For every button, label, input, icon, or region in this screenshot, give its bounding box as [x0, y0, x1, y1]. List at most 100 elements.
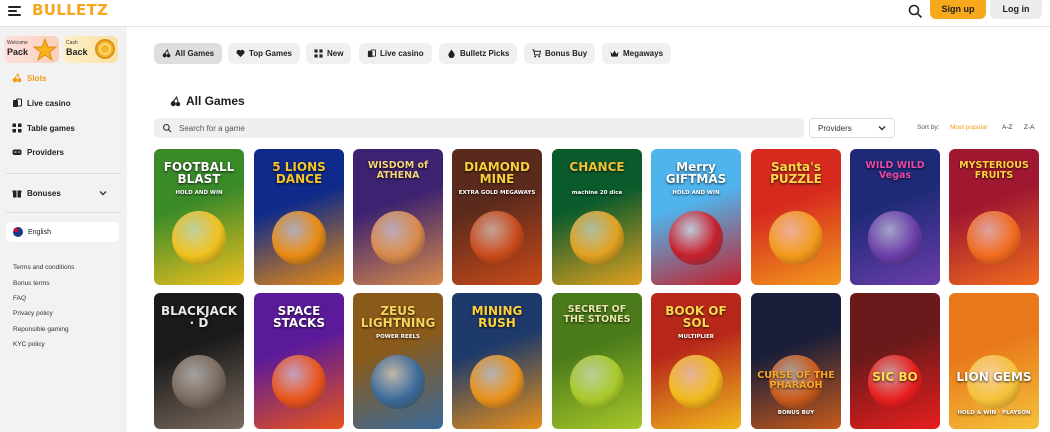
cards-icon	[367, 49, 376, 58]
game-art	[272, 211, 326, 265]
footer-link-terms[interactable]: Terms and conditions	[13, 264, 74, 271]
game-title: WILD WILD Vegas	[865, 160, 925, 181]
tab-label: New	[327, 49, 344, 58]
game-tile[interactable]: SIC BO	[850, 293, 940, 429]
game-art	[570, 211, 624, 265]
sidebar-item-label: Providers	[27, 147, 64, 157]
search-icon[interactable]	[907, 3, 923, 19]
gift-icon	[12, 190, 22, 198]
gamepad-icon	[12, 149, 22, 155]
game-title: WISDOM of ATHENA	[367, 160, 429, 181]
game-tile[interactable]: CHANCE machine 20 dice	[552, 149, 642, 285]
footer-link-kyc[interactable]: KYC policy	[13, 341, 45, 348]
game-subtitle: EXTRA GOLD MEGAWAYS	[458, 190, 536, 196]
sidebar-item-bonuses[interactable]: Bonuses	[12, 186, 112, 200]
promo-big-label: Back	[66, 47, 88, 57]
sidebar-item-label: Slots	[27, 73, 47, 83]
game-subtitle: machine 20 dice	[571, 190, 623, 196]
providers-dropdown[interactable]: Providers	[809, 118, 895, 138]
game-art	[172, 355, 226, 409]
game-tile[interactable]: SECRET OF THE STONES	[552, 293, 642, 429]
sort-z-a[interactable]: Z-A	[1024, 124, 1034, 131]
login-button[interactable]: Log in	[990, 0, 1042, 19]
tab-label: Bonus Buy	[545, 49, 588, 58]
cash-back-promo[interactable]: Cash Back	[63, 36, 118, 63]
sidebar-item-slots[interactable]: Slots	[12, 71, 47, 85]
game-art	[669, 355, 723, 409]
sort-most-popular[interactable]: Most popular	[950, 124, 988, 131]
australia-flag-icon	[13, 227, 23, 237]
game-tile[interactable]: Santa's PUZZLE	[751, 149, 841, 285]
game-title: 5 LIONS DANCE	[272, 160, 326, 186]
game-tile[interactable]: 5 LIONS DANCE	[254, 149, 344, 285]
game-subtitle: HOLD AND WIN	[175, 190, 223, 196]
promo-small-label: Welcome	[7, 40, 28, 46]
game-tile[interactable]: MYSTERIOUS FRUITS	[949, 149, 1039, 285]
logo[interactable]: BULLETZ	[32, 1, 108, 19]
tab-label: Megaways	[623, 49, 664, 58]
game-tile[interactable]: LION GEMS HOLD & WIN · PLAYSON	[949, 293, 1039, 429]
game-art	[769, 211, 823, 265]
footer-link-privacy[interactable]: Privacy policy	[13, 310, 53, 317]
game-tile[interactable]: DIAMOND MINE EXTRA GOLD MEGAWAYS	[452, 149, 542, 285]
game-tile[interactable]: BLACKJACK · D	[154, 293, 244, 429]
game-tile[interactable]: WISDOM of ATHENA	[353, 149, 443, 285]
game-title: Merry GIFTMAS	[665, 160, 727, 186]
game-title: BLACKJACK · D	[160, 304, 238, 330]
tab-new[interactable]: New	[306, 43, 352, 64]
footer-link-faq[interactable]: FAQ	[13, 295, 26, 302]
divider	[6, 173, 121, 174]
game-search-input[interactable]: Search for a game	[154, 118, 804, 138]
tab-live-casino[interactable]: Live casino	[359, 43, 432, 64]
coin-icon	[95, 39, 115, 59]
crown-icon	[610, 50, 619, 57]
game-tile[interactable]: CURSE OF THE PHARAOH BONUS BUY	[751, 293, 841, 429]
sidebar-item-label: Bonuses	[27, 188, 61, 198]
welcome-pack-promo[interactable]: Welcome Pack	[4, 36, 59, 63]
tab-label: All Games	[175, 49, 215, 58]
divider	[6, 212, 121, 213]
game-art	[371, 211, 425, 265]
sidebar-item-label: Table games	[27, 123, 75, 133]
sidebar-item-table-games[interactable]: Table games	[12, 121, 75, 135]
game-art	[470, 211, 524, 265]
providers-label: Providers	[818, 123, 852, 133]
game-art	[669, 211, 723, 265]
game-title: DIAMOND MINE	[464, 160, 530, 186]
tab-label: Bulletz Picks	[460, 49, 510, 58]
game-tile[interactable]: ZEUS LIGHTNING POWER REELS	[353, 293, 443, 429]
sidebar-item-providers[interactable]: Providers	[12, 145, 64, 159]
game-tile[interactable]: BOOK OF SOL MULTIPLIER	[651, 293, 741, 429]
tab-bonus-buy[interactable]: Bonus Buy	[524, 43, 596, 64]
star-icon	[33, 38, 57, 62]
language-label: English	[28, 228, 51, 236]
tab-top-games[interactable]: Top Games	[228, 43, 300, 64]
menu-icon[interactable]	[8, 6, 21, 17]
sidebar: Welcome Pack Cash Back Slots Live casino…	[0, 27, 127, 432]
game-title: LION GEMS	[956, 370, 1032, 384]
tab-all-games[interactable]: All Games	[154, 43, 223, 64]
tab-bulletz-picks[interactable]: Bulletz Picks	[439, 43, 518, 64]
tab-megaways[interactable]: Megaways	[602, 43, 672, 64]
game-title: BOOK OF SOL	[665, 304, 727, 330]
tab-label: Live casino	[380, 49, 424, 58]
heart-icon	[236, 49, 245, 58]
game-subtitle: HOLD & WIN · PLAYSON	[957, 410, 1031, 416]
sort-a-z[interactable]: A-Z	[1002, 124, 1012, 131]
grid-icon	[12, 123, 22, 133]
game-tile[interactable]: MINING RUSH	[452, 293, 542, 429]
game-art	[172, 211, 226, 265]
footer-link-bonus-terms[interactable]: Bonus terms	[13, 280, 50, 287]
footer-link-responsible-gaming[interactable]: Reponsible gaming	[13, 326, 69, 333]
cards-icon	[13, 98, 22, 107]
signup-button[interactable]: Sign up	[930, 0, 986, 19]
game-tile[interactable]: SPACE STACKS	[254, 293, 344, 429]
language-selector[interactable]: English	[6, 222, 119, 242]
game-tile[interactable]: Merry GIFTMAS HOLD AND WIN	[651, 149, 741, 285]
search-placeholder: Search for a game	[179, 123, 245, 133]
top-bar: BULLETZ Sign up Log in	[0, 0, 1050, 27]
game-tile[interactable]: WILD WILD Vegas	[850, 149, 940, 285]
sidebar-item-live-casino[interactable]: Live casino	[12, 96, 71, 110]
game-title: FOOTBALL BLAST	[163, 160, 235, 186]
game-tile[interactable]: FOOTBALL BLAST HOLD AND WIN	[154, 149, 244, 285]
